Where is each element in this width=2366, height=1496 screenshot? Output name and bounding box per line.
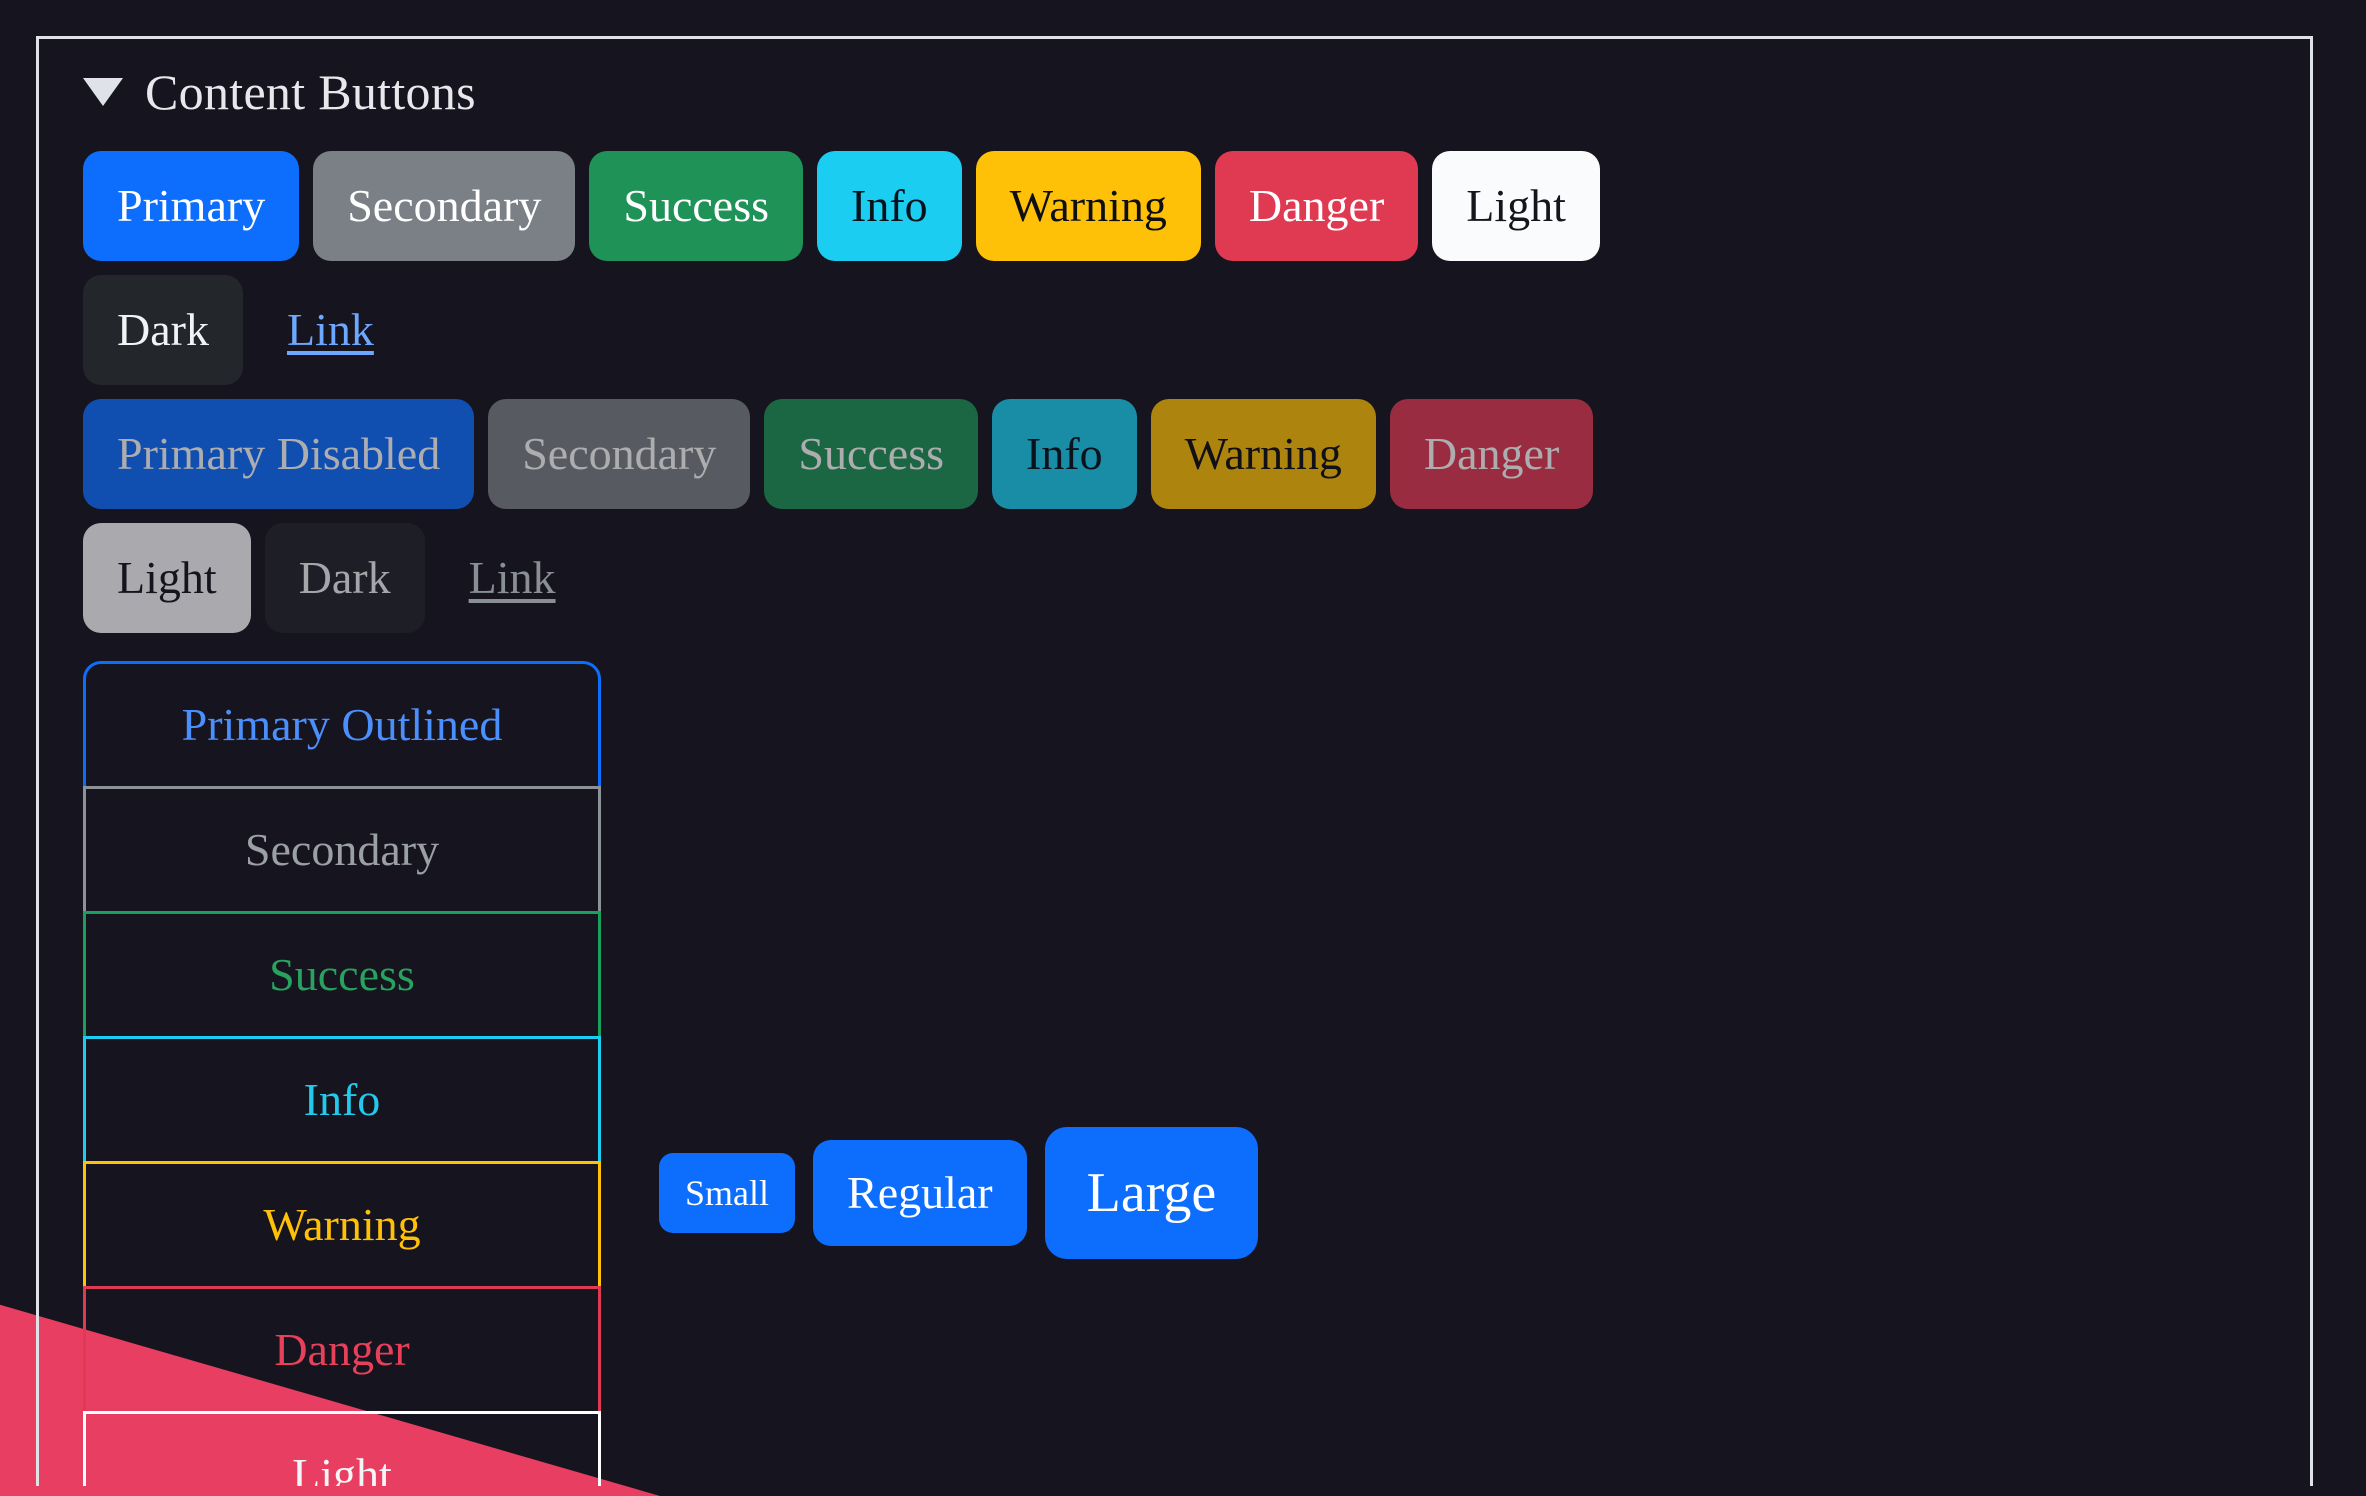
page-title: Content Buttons [145, 64, 476, 120]
button-link-disabled: Link [439, 523, 586, 633]
button-outline-light[interactable]: Light [83, 1411, 601, 1486]
button-warning-disabled: Warning [1150, 399, 1376, 509]
button-danger[interactable]: Danger [1214, 151, 1419, 261]
button-dark[interactable]: Dark [83, 275, 243, 385]
size-buttons-row: Small Regular Large [659, 1127, 1259, 1259]
button-outline-secondary[interactable]: Secondary [83, 786, 601, 914]
disabled-buttons-row-1: Primary Disabled Secondary Success Info … [83, 399, 2310, 509]
button-size-small[interactable]: Small [659, 1153, 796, 1233]
button-size-large[interactable]: Large [1044, 1127, 1259, 1259]
content-buttons-panel: Content Buttons Primary Secondary Succes… [36, 36, 2313, 1486]
button-outline-warning[interactable]: Warning [83, 1161, 601, 1289]
button-secondary[interactable]: Secondary [313, 151, 576, 261]
panel-header[interactable]: Content Buttons [39, 39, 2310, 117]
button-outline-primary[interactable]: Primary Outlined [83, 661, 601, 789]
button-outline-info[interactable]: Info [83, 1036, 601, 1164]
button-warning[interactable]: Warning [975, 151, 1201, 261]
button-success[interactable]: Success [589, 151, 803, 261]
button-primary-disabled: Primary Disabled [83, 399, 475, 509]
button-dark-disabled: Dark [264, 523, 425, 633]
outlined-and-sizes-row: Primary Outlined Secondary Success Info … [83, 647, 2310, 1486]
button-secondary-disabled: Secondary [488, 399, 751, 509]
button-outline-success[interactable]: Success [83, 911, 601, 1039]
button-info-disabled: Info [992, 399, 1137, 509]
button-success-disabled: Success [764, 399, 979, 509]
button-outline-danger[interactable]: Danger [83, 1286, 601, 1414]
button-light[interactable]: Light [1432, 151, 1600, 261]
solid-buttons-row-1: Primary Secondary Success Info Warning D… [83, 151, 2310, 261]
solid-buttons-row-2: Dark Link [83, 275, 2310, 385]
panel-body: Primary Secondary Success Info Warning D… [39, 151, 2310, 1486]
button-light-disabled: Light [83, 523, 251, 633]
button-danger-disabled: Danger [1389, 399, 1594, 509]
caret-down-icon[interactable] [83, 78, 123, 106]
disabled-buttons-row-2: Light Dark Link [83, 523, 2310, 633]
outlined-buttons-stack: Primary Outlined Secondary Success Info … [83, 661, 601, 1486]
button-link[interactable]: Link [257, 275, 404, 385]
button-primary[interactable]: Primary [83, 151, 300, 261]
button-size-regular[interactable]: Regular [813, 1140, 1027, 1246]
button-info[interactable]: Info [817, 151, 962, 261]
